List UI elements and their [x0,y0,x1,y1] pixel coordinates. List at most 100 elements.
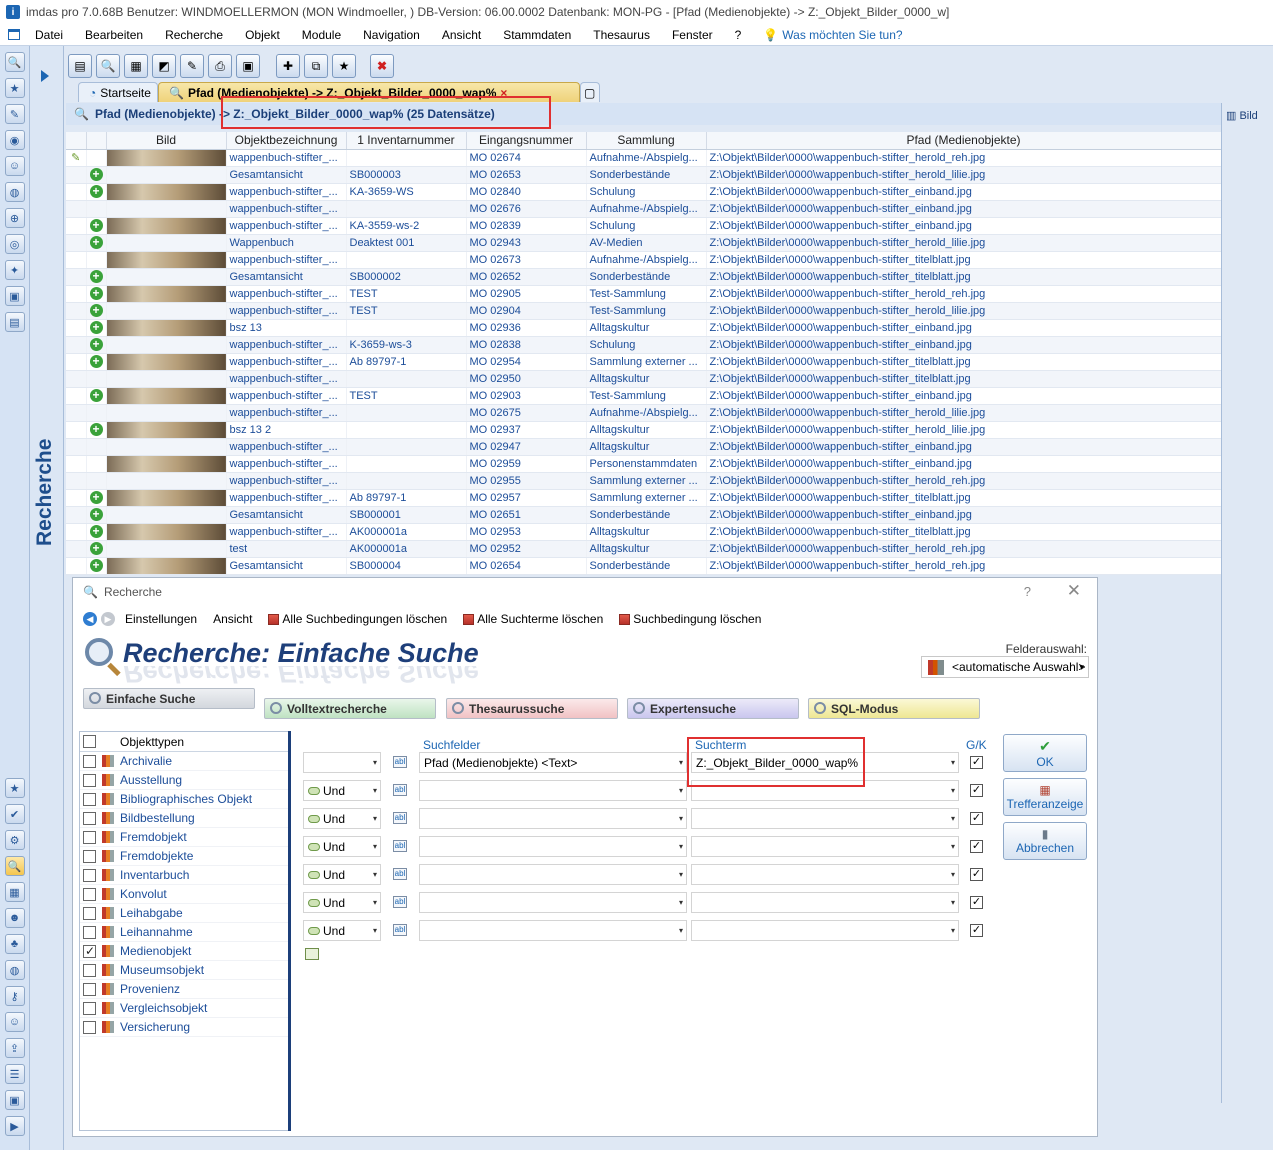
users-icon[interactable]: ☺ [4,1012,25,1032]
cell-i[interactable]: Ab 89797-1 [346,489,467,507]
cell-s[interactable]: Sonderbestände [586,268,707,286]
table-icon[interactable]: ▦ [124,54,148,78]
close-button[interactable]: ✕ [1067,581,1081,601]
cell-p[interactable]: Z:\Objekt\Bilder\0000\wappenbuch-stifter… [706,251,1221,269]
gk-checkbox[interactable]: ✓ [970,896,983,909]
cell-o[interactable]: Gesamtansicht [226,506,347,524]
help-button[interactable]: ? [1024,584,1031,599]
cell-i[interactable] [346,251,467,269]
objekttyp-checkbox[interactable] [83,754,96,768]
cell-i[interactable] [346,455,467,473]
mode-einfache-suche[interactable]: Einfache Suche [83,688,255,709]
tab-startseite[interactable]: ◔ Startseite [78,82,158,102]
cell-e[interactable]: MO 02676 [466,200,587,218]
cell-s[interactable]: Aufnahme-/Abspielg... [586,200,707,218]
cell-o[interactable]: wappenbuch-stifter_... [226,523,347,541]
cell-p[interactable]: Z:\Objekt\Bilder\0000\wappenbuch-stifter… [706,455,1221,473]
cell-o[interactable]: wappenbuch-stifter_... [226,149,347,167]
felderauswahl-select[interactable]: <automatische Auswahl> ▾ [921,656,1089,678]
cell-p[interactable]: Z:\Objekt\Bilder\0000\wappenbuch-stifter… [706,540,1221,558]
table-row[interactable]: + bsz 13 2 MO 02937 Alltagskultur Z:\Objekt\… [66,421,1221,439]
cell-p[interactable]: Z:\Objekt\Bilder\0000\wappenbuch-stifter… [706,268,1221,286]
cell-p[interactable]: Z:\Objekt\Bilder\0000\wappenbuch-stifter… [706,353,1221,371]
table-row[interactable]: wappenbuch-stifter_... MO 02675 Aufnahme-/… [66,404,1221,422]
people-icon[interactable]: ☺ [4,156,25,176]
text-type-icon[interactable]: abl [393,840,407,852]
search-icon[interactable]: 🔍 [96,54,120,78]
objekttyp-checkbox[interactable] [83,830,96,844]
menu-datei[interactable]: Datei [24,28,74,42]
cell-s[interactable]: Sonderbestände [586,166,707,184]
clear-all-terms-button[interactable]: Alle Suchterme löschen [457,612,609,626]
cell-p[interactable]: Z:\Objekt\Bilder\0000\wappenbuch-stifter… [706,370,1221,388]
cell-s[interactable]: Sonderbestände [586,506,707,524]
objekttyp-item[interactable]: Fremdobjekt [80,828,288,847]
expand-arrow-icon[interactable] [41,70,49,82]
cell-e[interactable]: MO 02840 [466,183,587,201]
objekttyp-checkbox[interactable] [83,963,96,977]
cell-e[interactable]: MO 02652 [466,268,587,286]
target-icon[interactable]: ◎ [4,234,25,254]
cell-o[interactable]: wappenbuch-stifter_... [226,336,347,354]
cell-i[interactable] [346,149,467,167]
cell-p[interactable]: Z:\Objekt\Bilder\0000\wappenbuch-stifter… [706,319,1221,337]
cell-e[interactable]: MO 02943 [466,234,587,252]
ok-button[interactable]: ✔ OK [1003,734,1087,772]
table-row[interactable]: + wappenbuch-stifter_... KA-3559-ws-2 MO 02… [66,217,1221,235]
cell-e[interactable]: MO 02903 [466,387,587,405]
suchterm-input[interactable] [691,864,959,885]
chart-icon[interactable]: ◩ [152,54,176,78]
view-menu[interactable]: Ansicht [207,612,258,626]
cell-o[interactable]: test [226,540,347,558]
gk-checkbox[interactable]: ✓ [970,840,983,853]
cell-s[interactable]: Schulung [586,183,707,201]
text-type-icon[interactable]: abl [393,868,407,880]
operator-select[interactable] [303,752,381,773]
add-icon[interactable]: + [89,542,103,555]
objekttyp-item[interactable]: Bibliographisches Objekt [80,790,288,809]
add-icon[interactable]: + [89,287,103,300]
cell-o[interactable]: wappenbuch-stifter_... [226,489,347,507]
cell-p[interactable]: Z:\Objekt\Bilder\0000\wappenbuch-stifter… [706,217,1221,235]
suchterm-input[interactable] [691,892,959,913]
objekttyp-item[interactable]: Ausstellung [80,771,288,790]
objekttyp-item[interactable]: Medienobjekt [80,942,288,961]
gk-checkbox[interactable]: ✓ [970,924,983,937]
table-row[interactable]: ✎ wappenbuch-stifter_... MO 02674 Aufnahme-… [66,149,1221,167]
cell-o[interactable]: wappenbuch-stifter_... [226,455,347,473]
cell-s[interactable]: AV-Medien [586,234,707,252]
star-icon[interactable]: ★ [4,78,25,98]
text-type-icon[interactable]: abl [393,924,407,936]
table-row[interactable]: + wappenbuch-stifter_... TEST MO 02904 Test-… [66,302,1221,320]
media-icon[interactable]: ▦ [4,882,25,902]
add-icon[interactable]: + [89,508,103,521]
cell-i[interactable] [346,438,467,456]
cell-i[interactable]: TEST [346,387,467,405]
operator-select[interactable]: Und [303,864,381,885]
cell-e[interactable]: MO 02673 [466,251,587,269]
cell-s[interactable]: Sonderbestände [586,557,707,575]
operator-select[interactable]: Und [303,892,381,913]
cell-i[interactable]: TEST [346,302,467,320]
cell-p[interactable]: Z:\Objekt\Bilder\0000\wappenbuch-stifter… [706,183,1221,201]
cell-p[interactable]: Z:\Objekt\Bilder\0000\wappenbuch-stifter… [706,523,1221,541]
world-icon[interactable]: ◍ [4,182,25,202]
cell-e[interactable]: MO 02937 [466,421,587,439]
cell-e[interactable]: MO 02675 [466,404,587,422]
list-icon[interactable]: ☰ [4,1064,25,1084]
menu-stammdaten[interactable]: Stammdaten [492,28,582,42]
trefferanzeige-button[interactable]: ▦ Trefferanzeige [1003,778,1087,816]
edit-icon[interactable]: ✎ [4,104,25,124]
col-add[interactable] [86,132,107,150]
menu-navigation[interactable]: Navigation [352,28,431,42]
favorite-icon[interactable]: ★ [4,778,25,798]
cell-o[interactable]: bsz 13 2 [226,421,347,439]
mode-experten[interactable]: Expertensuche [627,698,799,719]
pencil-icon[interactable]: ✎ [180,54,204,78]
cell-s[interactable]: Alltagskultur [586,370,707,388]
cell-s[interactable]: Test-Sammlung [586,285,707,303]
menu-recherche[interactable]: Recherche [154,28,234,42]
cell-o[interactable]: wappenbuch-stifter_... [226,285,347,303]
forward-icon[interactable]: ▶ [101,612,115,626]
text-type-icon[interactable]: abl [393,812,407,824]
